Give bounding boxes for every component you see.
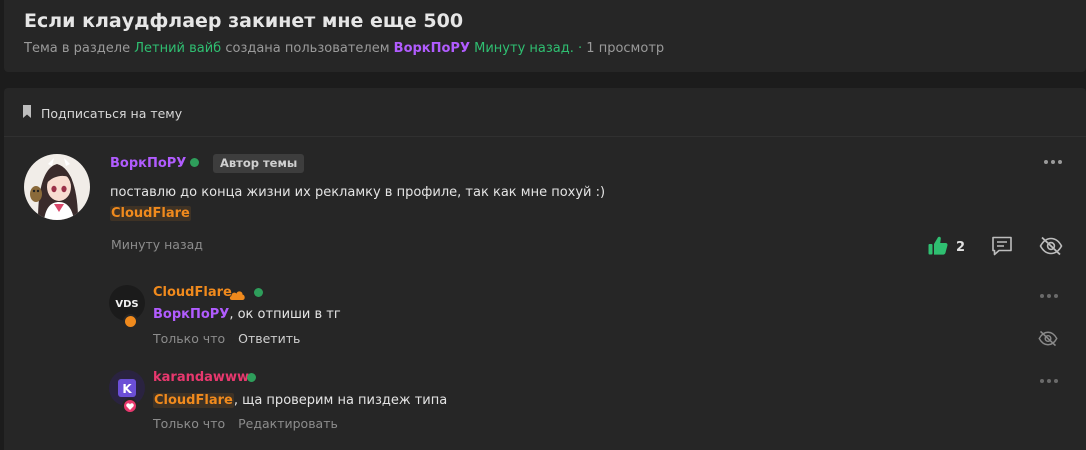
reply-button[interactable]: Ответить [238,331,300,346]
like-button[interactable]: 2 [928,236,965,259]
reply-time: Только что [153,416,226,431]
avatar[interactable]: K [109,370,145,414]
cloud-badge-icon [123,314,138,329]
reply-text: ВоркПоРУ, ок отпиши в тг [153,307,341,322]
mention-link[interactable]: CloudFlare [153,393,234,408]
more-options-icon[interactable] [1040,379,1058,383]
more-options-icon[interactable] [1044,160,1062,164]
reply-meta: Только что Ответить [153,331,300,346]
thread-body: Подписаться на тему ВоркПоРУ Автор темы … [4,88,1086,450]
meta-created: создана пользователем [225,41,390,56]
cloud-icon [228,286,246,305]
subscribe-label: Подписаться на тему [41,105,183,121]
post-text: поставлю до конца жизни их рекламку в пр… [110,185,606,200]
reply-time: Только что [153,331,226,346]
thread-header: Если клаудфлаер закинет мне еще 500 Тема… [4,0,1086,72]
svg-text:K: K [122,382,132,396]
reply-author[interactable]: karandawww [153,370,249,385]
thread-title: Если клаудфлаер закинет мне еще 500 [24,10,464,32]
online-status-icon [254,288,263,297]
avatar[interactable]: VDS [109,285,145,329]
divider [4,136,1086,137]
mention-link[interactable]: CloudFlare [110,206,191,221]
author-badge: Автор темы [213,154,305,173]
post-author[interactable]: ВоркПоРУ [110,156,186,171]
reply-meta: Только что Редактировать [153,416,338,431]
reply-author[interactable]: CloudFlare [153,285,232,300]
reply-body: , ща проверим на пиздеж типа [233,393,448,408]
edit-button[interactable]: Редактировать [238,416,338,431]
section-link[interactable]: Летний вайб [134,41,221,56]
thread-time: Минуту назад. [474,41,574,56]
online-status-icon [190,158,199,167]
meta-separator: · [578,41,583,56]
thread-author-link[interactable]: ВоркПоРУ [394,41,470,56]
reply-body: , ок отпиши в тг [229,307,341,322]
post-mention-line: CloudFlare [110,206,191,221]
avatar[interactable] [24,154,90,220]
meta-prefix: Тема в разделе [24,41,131,56]
eye-slash-icon[interactable] [1039,236,1063,260]
reply-text: CloudFlare, ща проверим на пиздеж типа [153,393,447,408]
thread-meta: Тема в разделе Летний вайб создана польз… [24,41,664,56]
thumbs-up-icon [928,236,948,259]
svg-text:VDS: VDS [115,299,138,310]
post-time: Минуту назад [111,237,203,252]
eye-slash-icon[interactable] [1038,330,1058,351]
comment-icon[interactable] [991,236,1013,260]
mention-link[interactable]: ВоркПоРУ [153,307,229,322]
more-options-icon[interactable] [1040,294,1058,298]
like-count: 2 [956,240,966,255]
online-status-icon [247,373,256,382]
view-count: 1 просмотр [586,41,665,56]
heart-badge-icon [122,398,138,414]
subscribe-button[interactable]: Подписаться на тему [22,105,182,121]
bookmark-icon [22,105,32,121]
